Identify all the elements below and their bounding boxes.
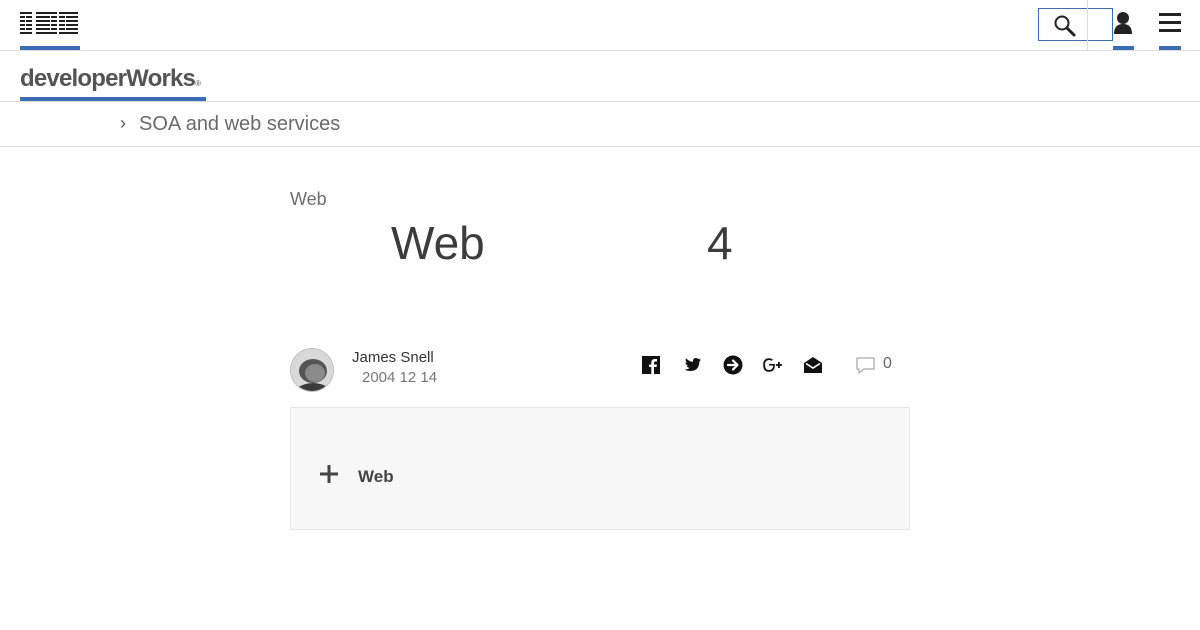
email-icon[interactable] [802, 354, 824, 376]
ibm-logo[interactable] [20, 8, 80, 50]
hamburger-menu-icon [1159, 13, 1181, 32]
masthead-divider [1087, 0, 1088, 50]
chevron-right-icon: › [120, 113, 126, 133]
user-icon [1114, 12, 1132, 34]
publish-date: 2004 12 14 [362, 369, 438, 386]
article-title-part1: Web [391, 217, 485, 269]
article-title-part2: 4 [707, 217, 733, 269]
registered-mark: ® [195, 79, 201, 88]
twitter-icon[interactable] [681, 354, 703, 376]
google-plus-icon[interactable] [761, 354, 783, 376]
user-profile-button[interactable] [1112, 10, 1134, 50]
menu-button[interactable] [1158, 10, 1182, 50]
comment-bubble-icon [856, 357, 875, 374]
article-eyebrow: Web [290, 189, 327, 209]
breadcrumb: › SOA and web services [0, 102, 1200, 147]
search-icon [1054, 15, 1076, 37]
avatar-photo [291, 349, 333, 391]
facebook-icon[interactable] [640, 354, 662, 376]
author-avatar[interactable] [290, 348, 334, 392]
menu-button-underline [1159, 46, 1181, 50]
expandable-section-label[interactable]: Web [358, 467, 394, 487]
developerworks-logo[interactable]: developerWorks® [20, 65, 201, 93]
author-name[interactable]: James Snell [352, 349, 434, 366]
user-button-underline [1113, 46, 1134, 50]
breadcrumb-link-soa[interactable]: SOA and web services [139, 113, 340, 136]
developerworks-brand: developerWorks [20, 65, 196, 92]
expand-plus-icon[interactable] [318, 463, 340, 485]
comment-count: 0 [883, 355, 892, 372]
expandable-section: Web [290, 407, 910, 530]
developerworks-underline [20, 97, 206, 101]
arrow-right-circle-icon[interactable] [722, 354, 744, 376]
search-button[interactable] [1038, 8, 1113, 41]
developerworks-bar: developerWorks® [0, 51, 1200, 102]
ibm-logo-underline [20, 46, 80, 50]
masthead [0, 0, 1200, 51]
